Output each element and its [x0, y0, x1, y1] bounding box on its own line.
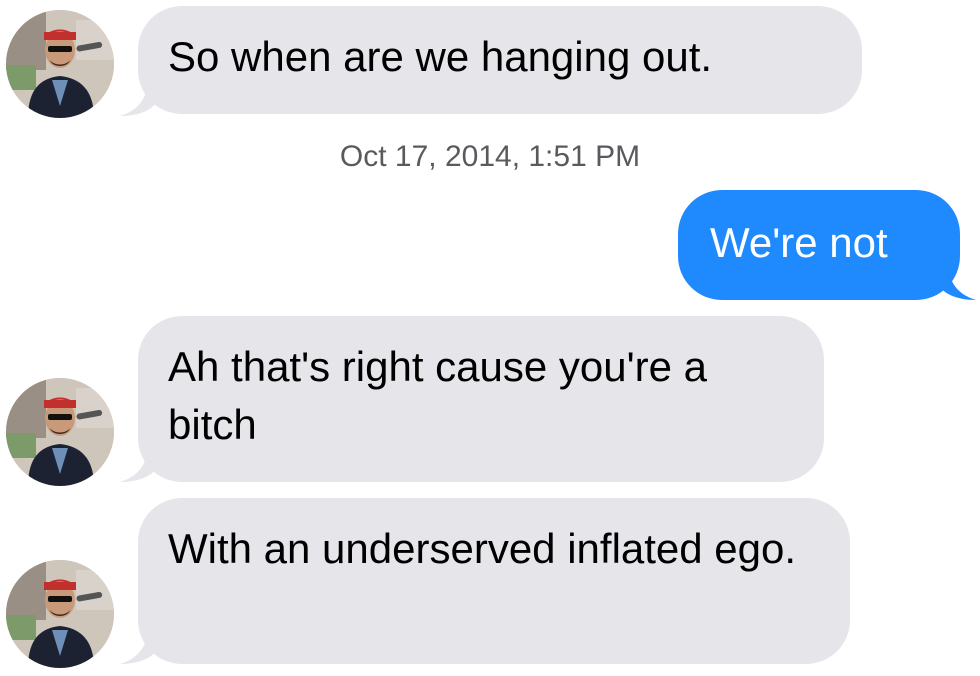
contact-photo-icon — [6, 378, 114, 486]
outgoing-message[interactable]: We're not — [678, 190, 960, 300]
contact-avatar[interactable] — [6, 10, 114, 118]
contact-photo-icon — [6, 10, 114, 118]
incoming-message[interactable]: Ah that's right cause you're a bitch — [138, 316, 824, 482]
contact-avatar[interactable] — [6, 560, 114, 668]
message-text: Ah that's right cause you're a bitch — [168, 343, 708, 448]
contact-photo-icon — [6, 560, 114, 668]
message-text: So when are we hanging out. — [168, 33, 713, 80]
message-timestamp: Oct 17, 2014, 1:51 PM — [339, 140, 641, 173]
incoming-message[interactable]: With an underserved inflated ego. — [138, 498, 850, 664]
message-text: We're not — [710, 219, 888, 266]
contact-avatar[interactable] — [6, 378, 114, 486]
message-text: With an underserved inflated ego. — [168, 525, 797, 572]
incoming-message[interactable]: So when are we hanging out. — [138, 6, 862, 114]
